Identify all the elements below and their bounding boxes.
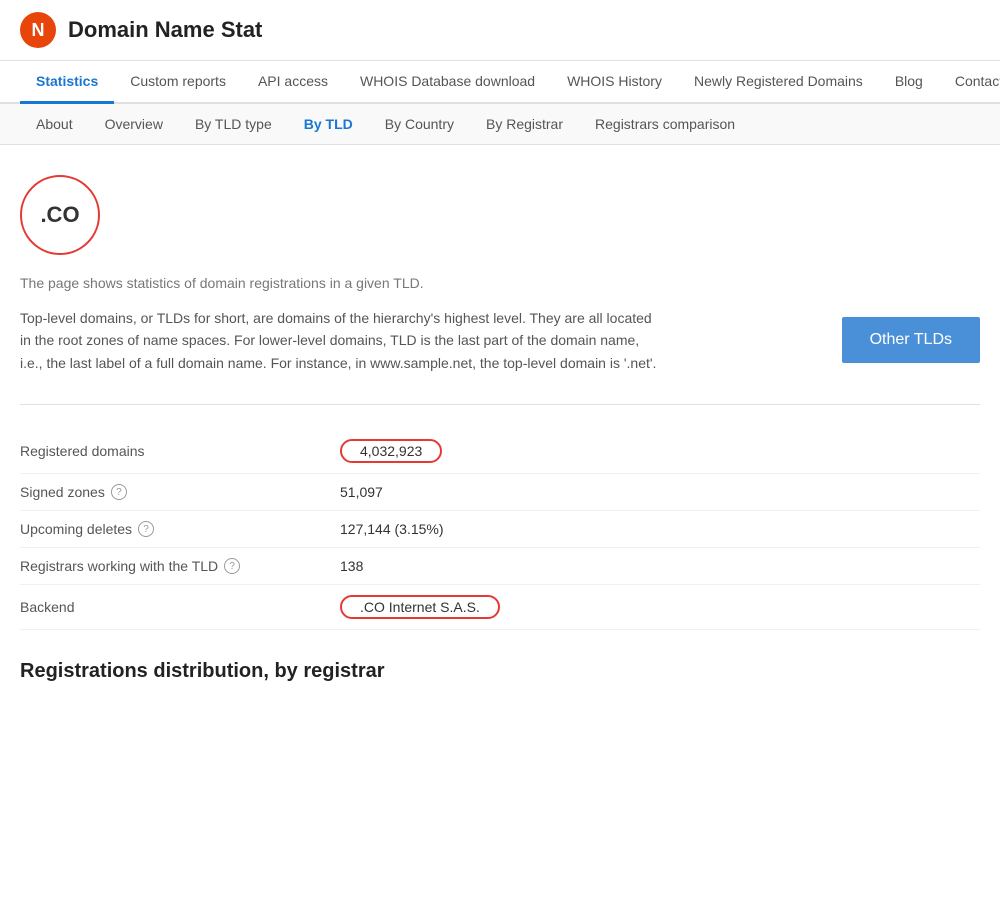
tld-badge: .CO [20,175,100,255]
stat-value: 127,144 (3.15%) [340,521,444,537]
stat-row: Upcoming deletes?127,144 (3.15%) [20,511,980,548]
stat-row: Registrars working with the TLD?138 [20,548,980,585]
main-nav-item-custom-reports[interactable]: Custom reports [114,61,242,104]
other-tlds-button[interactable]: Other TLDs [842,317,980,363]
stat-label: Signed zones? [20,484,340,500]
stat-value: 4,032,923 [340,439,442,463]
main-nav-item-blog[interactable]: Blog [879,61,939,104]
stat-row: Registered domains4,032,923 [20,429,980,474]
main-nav-item-whois-database-download[interactable]: WHOIS Database download [344,61,551,104]
stat-value-highlighted: 4,032,923 [340,439,442,463]
main-nav-item-statistics[interactable]: Statistics [20,61,114,104]
stat-label: Registered domains [20,443,340,459]
info-icon: ? [224,558,240,574]
sub-nav-item-about[interactable]: About [20,104,89,144]
stat-row: Signed zones?51,097 [20,474,980,511]
header: N Domain Name Stat [0,0,1000,61]
stat-row: Backend.CO Internet S.A.S. [20,585,980,630]
sub-nav: AboutOverviewBy TLD typeBy TLDBy Country… [0,104,1000,145]
info-section: Top-level domains, or TLDs for short, ar… [20,307,980,374]
logo-icon: N [20,12,56,48]
main-nav: StatisticsCustom reportsAPI accessWHOIS … [0,61,1000,104]
sub-nav-item-overview[interactable]: Overview [89,104,179,144]
content: .CO The page shows statistics of domain … [0,145,1000,713]
tld-info-text: Top-level domains, or TLDs for short, ar… [20,307,660,374]
main-nav-item-api-access[interactable]: API access [242,61,344,104]
main-nav-item-contact-us[interactable]: Contact us [939,61,1000,104]
site-title: Domain Name Stat [68,17,262,43]
info-icon: ? [138,521,154,537]
sub-nav-item-by-tld-type[interactable]: By TLD type [179,104,288,144]
tld-description: The page shows statistics of domain regi… [20,275,980,291]
stat-label: Backend [20,599,340,615]
distribution-title: Registrations distribution, by registrar [20,660,980,683]
stat-value: .CO Internet S.A.S. [340,595,500,619]
stat-label: Upcoming deletes? [20,521,340,537]
sub-nav-item-by-country[interactable]: By Country [369,104,470,144]
stat-value: 51,097 [340,484,383,500]
sub-nav-item-by-registrar[interactable]: By Registrar [470,104,579,144]
main-nav-item-newly-registered-domains[interactable]: Newly Registered Domains [678,61,879,104]
main-nav-item-whois-history[interactable]: WHOIS History [551,61,678,104]
stat-value: 138 [340,558,363,574]
sub-nav-item-registrars-comparison[interactable]: Registrars comparison [579,104,751,144]
info-icon: ? [111,484,127,500]
sub-nav-item-by-tld[interactable]: By TLD [288,104,369,144]
stat-value-highlighted: .CO Internet S.A.S. [340,595,500,619]
stats-section: Registered domains4,032,923Signed zones?… [20,404,980,630]
stat-label: Registrars working with the TLD? [20,558,340,574]
